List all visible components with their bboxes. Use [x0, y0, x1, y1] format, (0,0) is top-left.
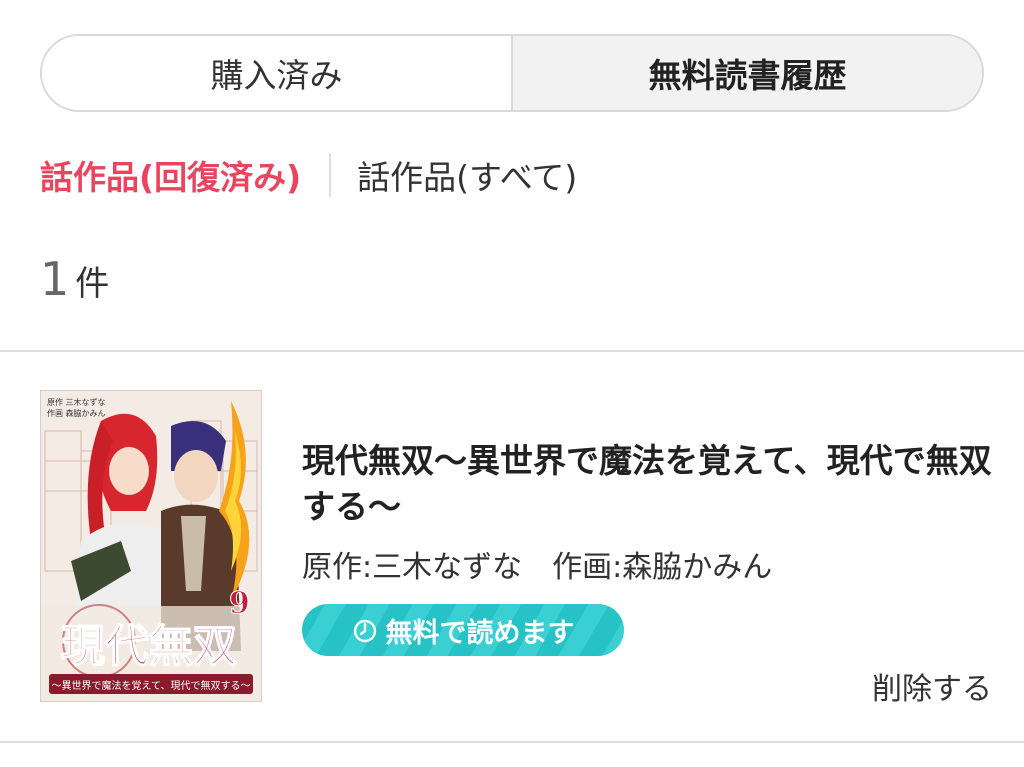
book-author: 原作:三木なずな 作画:森脇かみん — [302, 550, 773, 585]
cover-volume-number: 9 — [229, 586, 250, 621]
list-divider-top — [0, 350, 1024, 352]
tab-free-reading-history[interactable]: 無料読書履歴 — [511, 36, 982, 110]
free-read-button[interactable]: 無料で読めます — [302, 604, 624, 656]
book-cover[interactable]: 原作 三木なずな 作画 森脇かみん 現代無双 9 〜異世界で魔法を覚えて、現代で… — [40, 390, 262, 702]
cover-subtitle: 〜異世界で魔法を覚えて、現代で無双する〜 — [52, 679, 251, 692]
timer-icon — [352, 617, 378, 643]
history-tab-switcher: 購入済み 無料読書履歴 — [40, 34, 984, 112]
filter-recovered[interactable]: 話作品(回復済み) — [40, 151, 301, 199]
filter-all[interactable]: 話作品(すべて) — [357, 151, 577, 199]
cover-title-logo: 現代無双 — [61, 621, 237, 672]
filter-divider — [329, 153, 332, 197]
tab-purchased[interactable]: 購入済み — [42, 36, 511, 110]
cover-credit-writer: 原作 三木なずな — [47, 397, 106, 407]
book-title[interactable]: 現代無双〜異世界で魔法を覚えて、現代で無双する〜 — [302, 438, 992, 530]
cover-credit-artist: 作画 森脇かみん — [47, 408, 106, 418]
filter-bar: 話作品(回復済み) 話作品(すべて) — [40, 152, 577, 198]
free-read-label: 無料で読めます — [385, 617, 575, 649]
result-count-number: 1 — [40, 252, 70, 306]
list-divider-bottom — [0, 741, 1024, 743]
result-count: 1 件 — [40, 252, 109, 306]
result-count-unit: 件 — [75, 264, 110, 304]
delete-button[interactable]: 削除する — [872, 664, 992, 708]
